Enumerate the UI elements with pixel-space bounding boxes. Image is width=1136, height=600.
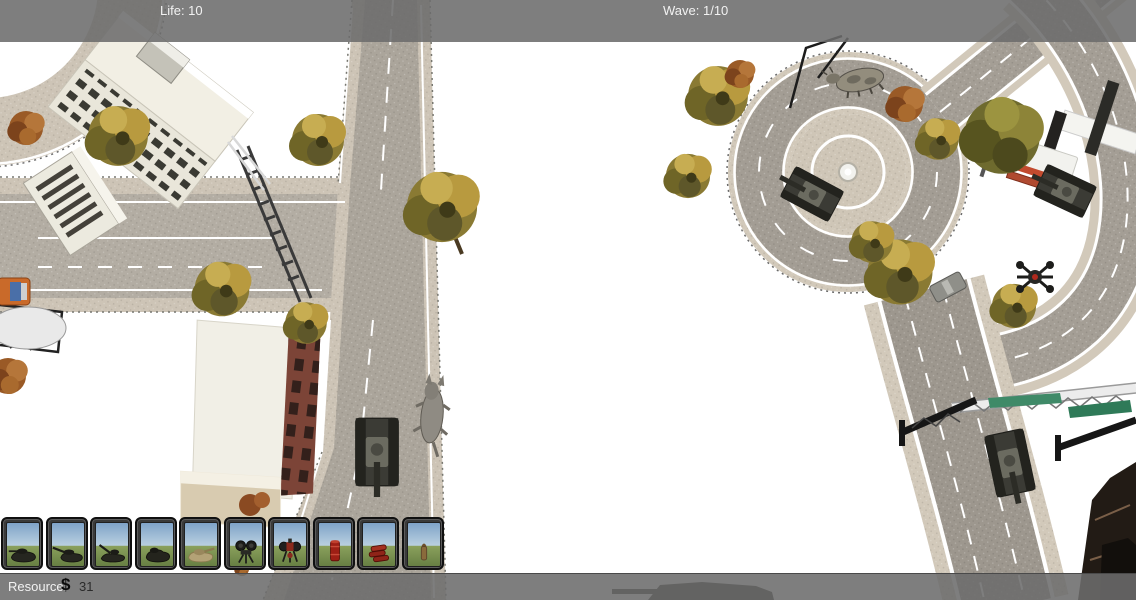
tank-heavy-icon — [141, 540, 173, 566]
resource-bar — [0, 573, 1136, 600]
toolbar-slot-tank-desert[interactable] — [179, 517, 221, 570]
tank-left-road[interactable] — [356, 418, 399, 497]
toolbar-slot-red-barrel[interactable] — [313, 517, 355, 570]
game-map[interactable] — [0, 0, 1136, 600]
orange-car — [0, 278, 30, 305]
toolbar-slot-missile-turret[interactable] — [268, 517, 310, 570]
tank-longgun-icon — [52, 540, 84, 566]
tank-icon — [7, 540, 39, 566]
toolbar-slot-tank-artillery[interactable] — [90, 517, 132, 570]
toolbar-slot-tank-longgun[interactable] — [46, 517, 88, 570]
game-window: Life: 10 Wave: 1/10 — [0, 0, 1136, 600]
toolbar-slot-aa-turret[interactable] — [224, 517, 266, 570]
resource-amount: 31 — [79, 579, 93, 594]
tank-desert-icon — [185, 540, 217, 566]
toolbar-slot-shell[interactable] — [402, 517, 444, 570]
wave-label: Wave: 1/10 — [663, 3, 728, 18]
toolbar-slot-explosive-barrels[interactable] — [357, 517, 399, 570]
dollar-icon: $ — [61, 575, 70, 595]
missile-turret-icon — [274, 536, 306, 566]
toolbar-slot-tank-heavy[interactable] — [135, 517, 177, 570]
resource-label: Resource: — [8, 579, 67, 594]
unit-toolbar — [1, 517, 446, 570]
explosive-barrels-icon — [363, 536, 395, 566]
fuel-tanker — [0, 305, 66, 352]
toolbar-slot-tank[interactable] — [1, 517, 43, 570]
life-label: Life: 10 — [160, 3, 203, 18]
walker-unit[interactable] — [1016, 261, 1054, 293]
tank-artillery-icon — [96, 540, 128, 566]
aa-turret-icon — [230, 536, 262, 566]
shell-icon — [408, 536, 440, 566]
red-barrel-icon — [319, 536, 351, 566]
